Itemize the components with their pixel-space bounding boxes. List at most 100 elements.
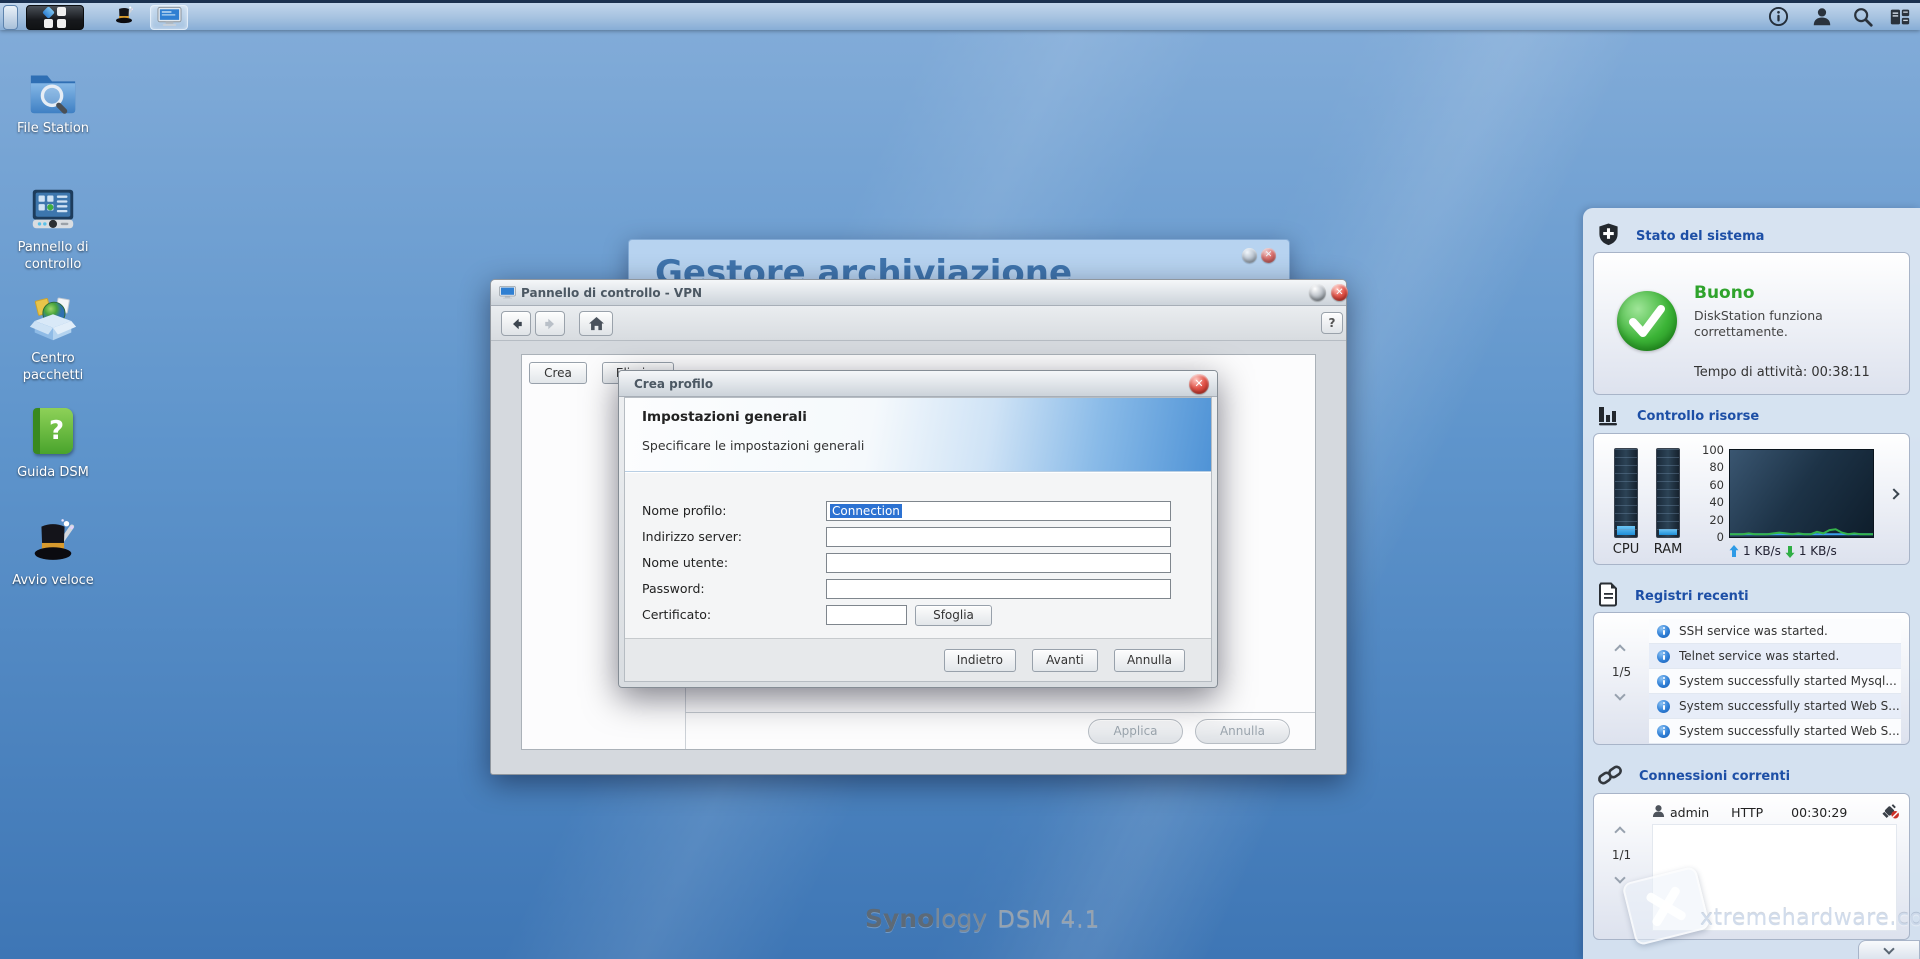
log-row[interactable]: Telnet service was started. [1649, 644, 1901, 669]
search-icon [1852, 6, 1874, 31]
user-icon [1811, 6, 1833, 31]
field-label: Nome profilo: [642, 503, 727, 518]
info-icon [1657, 699, 1670, 713]
show-desktop-button[interactable] [3, 5, 18, 30]
resource-flipper-chevron[interactable] [1888, 488, 1900, 500]
desktop-icon-file-station[interactable]: File Station [3, 64, 103, 137]
arrow-left-icon [512, 318, 522, 329]
vpn-window-titlebar: Pannello di controllo - VPN ✕ [491, 280, 1348, 306]
desktop-icon-dsm-help[interactable]: ? Guida DSM [3, 406, 103, 481]
ram-gauge [1656, 448, 1680, 538]
connection-user: admin [1670, 804, 1710, 820]
minimize-button[interactable] [1309, 284, 1326, 301]
taskbar-search-button[interactable] [1844, 6, 1882, 30]
page-down-chevron[interactable] [1614, 872, 1626, 884]
taskbar-storage-manager-button[interactable] [150, 5, 188, 30]
desktop-icon-package-center[interactable]: Centro pacchetti [3, 294, 103, 384]
brand-syno: Syno [865, 904, 935, 933]
cancel-button[interactable]: Annulla [1113, 648, 1185, 672]
widget-collapse-tab[interactable] [1858, 940, 1920, 959]
system-status-box: Buono DiskStation funziona correttamente… [1593, 252, 1910, 395]
log-row[interactable]: System successfully started Mysql... [1649, 669, 1901, 694]
forward-button[interactable] [535, 311, 565, 336]
desktop-icon-control-panel[interactable]: Pannello di controllo [3, 183, 103, 273]
browse-button[interactable]: Sfoglia [915, 605, 992, 626]
minimize-button[interactable] [1242, 248, 1257, 263]
help-book-icon: ? [26, 408, 80, 460]
download-arrow-icon [1785, 545, 1795, 558]
taskbar-user-button[interactable] [1802, 6, 1842, 30]
desktop-icon-label: Guida DSM [17, 465, 89, 480]
cancel-button[interactable]: Annulla [1195, 719, 1290, 744]
home-icon [588, 316, 604, 331]
info-icon [1768, 6, 1789, 30]
desktop: File Station Pannello di controllo Centr… [0, 0, 1920, 959]
connection-row: admin HTTP 00:30:29 [1652, 802, 1899, 822]
back-button[interactable]: Indietro [943, 648, 1016, 672]
dialog-titlebar: Crea profilo ✕ [619, 371, 1217, 397]
log-row[interactable]: System successfully started Web S... [1649, 719, 1901, 744]
close-button[interactable]: ✕ [1261, 248, 1276, 263]
monitor-icon [499, 285, 516, 303]
profile-name-input[interactable]: Connection [826, 501, 1171, 521]
apply-button[interactable]: Applica [1088, 719, 1183, 744]
page-indicator: 1/5 [1611, 665, 1632, 679]
widget-title: Registri recenti [1635, 588, 1749, 604]
taskbar [0, 0, 1920, 30]
file-station-icon [26, 64, 80, 116]
server-address-input[interactable] [826, 527, 1171, 547]
dialog-heading: Impostazioni generali [642, 409, 807, 425]
close-button[interactable]: ✕ [1189, 374, 1209, 394]
certificate-input[interactable] [826, 605, 907, 625]
chevron-down-icon [1883, 942, 1895, 955]
chain-link-icon [1597, 762, 1623, 791]
desktop-icon-label: Pannello di controllo [17, 240, 89, 272]
arrow-right-icon [544, 318, 554, 329]
user-icon [1652, 804, 1665, 821]
download-rate: 1 KB/s [1798, 544, 1837, 558]
log-row[interactable]: System successfully started Web S... [1649, 694, 1901, 719]
control-panel-icon [26, 183, 80, 235]
desktop-icon-quick-start[interactable]: Avvio veloce [3, 516, 103, 589]
widget-panel: Stato del sistema Buono DiskStation funz… [1583, 208, 1920, 959]
username-input[interactable] [826, 553, 1171, 573]
widget-title: Controllo risorse [1637, 409, 1760, 424]
create-profile-dialog: Crea profilo ✕ Impostazioni generali Spe… [618, 370, 1218, 688]
selected-text: Connection [830, 504, 902, 518]
log-row[interactable]: SSH service was started. [1649, 619, 1901, 644]
main-menu-icon [42, 6, 68, 28]
page-up-chevron[interactable] [1614, 826, 1626, 838]
network-chart [1729, 449, 1874, 538]
desktop-icon-label: Centro pacchetti [22, 351, 84, 383]
question-glyph: ? [48, 416, 65, 446]
taskbar-info-button[interactable] [1756, 6, 1800, 30]
taskbar-quick-launch-button[interactable] [105, 5, 143, 30]
cpu-gauge-fill [1617, 526, 1635, 535]
ram-label: RAM [1653, 542, 1683, 557]
vpn-toolbar: ? [491, 306, 1346, 341]
uptime-text: Tempo di attività: 00:38:11 [1694, 365, 1870, 380]
desktop-icon-label: File Station [16, 121, 90, 136]
dialog-footer: Indietro Avanti Annulla [625, 638, 1211, 681]
main-menu-button[interactable] [26, 5, 84, 30]
field-label: Password: [642, 581, 705, 596]
next-button[interactable]: Avanti [1031, 648, 1098, 672]
disconnect-icon[interactable] [1880, 802, 1899, 822]
magic-hat-icon [112, 4, 136, 31]
page-indicator: 1/1 [1611, 848, 1632, 862]
status-ok-icon [1617, 291, 1677, 351]
status-value: Buono [1694, 283, 1755, 303]
dialog-title: Crea profilo [634, 377, 714, 391]
create-button[interactable]: Crea [529, 362, 587, 384]
recent-logs-header: Registri recenti [1597, 582, 1749, 610]
close-button[interactable]: ✕ [1331, 284, 1348, 301]
brand-logy: logy [934, 904, 988, 933]
home-button[interactable] [579, 311, 613, 336]
password-input[interactable] [826, 579, 1171, 599]
back-button[interactable] [501, 311, 531, 336]
help-button[interactable]: ? [1321, 312, 1343, 334]
taskbar-pilot-button[interactable] [1882, 6, 1918, 30]
page-up-chevron[interactable] [1614, 644, 1626, 656]
page-down-chevron[interactable] [1614, 689, 1626, 701]
status-desc-line2: correttamente. [1694, 324, 1788, 339]
